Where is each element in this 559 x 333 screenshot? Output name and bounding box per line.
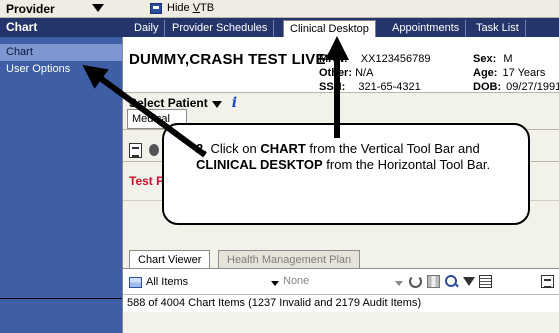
mrn-field: MRN: XX123456789: [319, 53, 431, 65]
callout-chart: CHART: [260, 141, 306, 156]
provider-bar: Provider Hide VTB: [0, 0, 559, 18]
sex-value: M: [503, 53, 513, 65]
tab-health-management-plan[interactable]: Health Management Plan: [218, 250, 361, 268]
note-icon[interactable]: [541, 275, 554, 288]
chevron-down-icon[interactable]: [395, 281, 403, 286]
sex-field: Sex: M: [473, 53, 512, 65]
tab-appointments[interactable]: Appointments: [386, 20, 467, 37]
callout-number: 2.: [196, 141, 207, 156]
viewer-toolbar: All Items None: [123, 268, 559, 294]
hide-vtb-button[interactable]: Hide VTB: [150, 2, 214, 14]
provider-label: Provider: [6, 2, 55, 16]
info-icon[interactable]: i: [232, 95, 237, 111]
callout-clinical-desktop: CLINICAL DESKTOP: [196, 157, 323, 172]
sidebar-item-user-options[interactable]: User Options: [0, 61, 122, 78]
monitor-icon: [150, 2, 162, 14]
hide-vtb-label: Hide VTB: [167, 2, 214, 14]
dob-field: DOB: 09/27/1991: [473, 81, 559, 93]
patient-name: DUMMY,CRASH TEST LIVE: [129, 51, 326, 68]
instruction-callout: 2. Click on CHART from the Vertical Tool…: [162, 123, 530, 225]
sidebar-item-chart[interactable]: Chart: [0, 44, 122, 61]
none-dropdown[interactable]: None: [283, 275, 309, 287]
vertical-toolbar: Chart Chart User Options: [0, 18, 122, 333]
all-items-label: All Items: [146, 276, 189, 288]
search-icon[interactable]: [445, 275, 458, 288]
hide-vtb-suffix: TB: [200, 2, 215, 14]
age-value: 17 Years: [502, 67, 546, 79]
other-field: Other: N/A: [319, 67, 373, 79]
calculator-icon[interactable]: [479, 275, 492, 288]
tab-daily[interactable]: Daily: [128, 20, 166, 37]
select-patient-label: Select Patient: [129, 96, 208, 110]
provider-dropdown-icon[interactable]: [92, 4, 104, 12]
divider: [0, 298, 122, 299]
other-label: Other:: [319, 67, 352, 79]
ssn-label: SSN:: [319, 81, 346, 93]
dob-value: 09/27/1991: [506, 81, 559, 93]
chart-item-count: 588 of 4004 Chart Items (1237 Invalid an…: [123, 294, 559, 312]
mrn-label: MRN:: [319, 53, 348, 65]
sidebar-items: Chart User Options: [0, 44, 122, 78]
patient-banner: DUMMY,CRASH TEST LIVE MRN: XX123456789 O…: [123, 37, 559, 93]
document-icon[interactable]: [129, 143, 142, 158]
grid-icon: [129, 276, 142, 288]
tab-task-list[interactable]: Task List: [470, 20, 526, 37]
test-label: Test P: [129, 174, 165, 188]
gear-icon[interactable]: [149, 144, 159, 156]
layout-icon[interactable]: [427, 275, 440, 288]
horizontal-toolbar: Daily Provider Schedules Clinical Deskto…: [122, 18, 559, 37]
filter-icon[interactable]: [463, 277, 475, 286]
chevron-down-icon: [211, 100, 222, 108]
age-field: Age: 17 Years: [473, 67, 545, 79]
callout-text: Click on: [206, 141, 261, 156]
age-label: Age:: [473, 67, 498, 79]
callout-text: from the Vertical Tool Bar and: [305, 141, 480, 156]
callout-text: from the Horizontal Tool Bar.: [322, 157, 491, 172]
dob-label: DOB:: [473, 81, 502, 93]
tab-clinical-desktop[interactable]: Clinical Desktop: [283, 20, 376, 37]
tab-provider-schedules[interactable]: Provider Schedules: [166, 20, 275, 37]
hide-vtb-prefix: Hide: [167, 2, 193, 14]
refresh-icon[interactable]: [409, 275, 422, 288]
other-value: N/A: [355, 67, 374, 79]
mrn-value: XX123456789: [360, 53, 431, 65]
all-items-dropdown[interactable]: All Items: [129, 276, 188, 288]
ssn-field: SSN: 321-65-4321: [319, 81, 421, 93]
sex-label: Sex:: [473, 53, 497, 65]
chevron-down-icon[interactable]: [271, 281, 279, 286]
sidebar-header: Chart: [0, 18, 122, 37]
hide-vtb-mnemonic: V: [192, 2, 201, 14]
ssn-value: 321-65-4321: [358, 81, 421, 93]
tab-chart-viewer[interactable]: Chart Viewer: [129, 250, 211, 268]
